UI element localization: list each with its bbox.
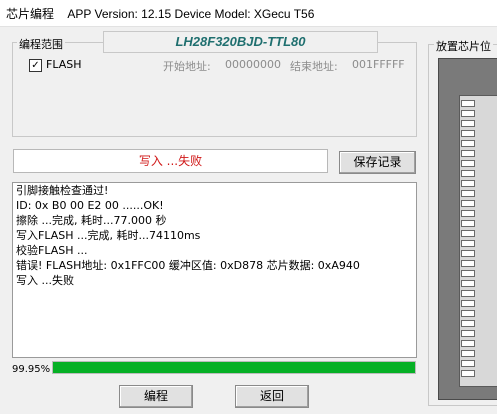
log-line: 错误! FLASH地址: 0x1FFC00 缓冲区值: 0xD878 芯片数据:… xyxy=(16,259,360,272)
log-line: 写入FLASH ...完成, 耗时...74110ms xyxy=(16,229,201,242)
chip-name-banner: LH28F320BJD-TTL80 xyxy=(103,31,378,53)
status-message: 写入 ...失败 xyxy=(13,149,328,173)
socket-pin xyxy=(461,270,475,277)
socket-pin xyxy=(461,370,475,377)
back-button[interactable]: 返回 xyxy=(235,385,309,408)
log-line: 引脚接触检查通过! xyxy=(16,184,109,197)
title-bar: 芯片编程 APP Version: 12.15 Device Model: XG… xyxy=(0,0,497,27)
socket-pin xyxy=(461,110,475,117)
end-address-value[interactable]: 001FFFFF xyxy=(352,58,405,71)
log-panel[interactable]: 引脚接触检查通过! ID: 0x B0 00 E2 00 ......OK! 擦… xyxy=(12,182,417,358)
log-line: 校验FLASH ... xyxy=(16,244,88,257)
progress-percent: 99.95% xyxy=(12,364,51,375)
end-address-label: 结束地址: xyxy=(290,60,338,73)
window-title-info: APP Version: 12.15 Device Model: XGecu T… xyxy=(67,7,315,21)
socket-pin xyxy=(461,210,475,217)
socket-pin xyxy=(461,250,475,257)
socket-pin xyxy=(461,140,475,147)
window-title-app: 芯片编程 xyxy=(6,7,55,21)
start-address-label: 开始地址: xyxy=(163,60,211,73)
socket-pins xyxy=(461,100,475,380)
chip-placement-label: 放置芯片位 xyxy=(434,38,493,54)
socket-pin xyxy=(461,180,475,187)
socket-pin xyxy=(461,360,475,367)
progress-fill xyxy=(53,362,415,373)
socket-pin xyxy=(461,240,475,247)
socket-pin xyxy=(461,340,475,347)
start-address-value[interactable]: 00000000 xyxy=(225,58,281,71)
flash-checkbox[interactable]: ✓ xyxy=(29,59,42,72)
socket-pin xyxy=(461,300,475,307)
socket-pin xyxy=(461,190,475,197)
program-range-group xyxy=(12,42,417,137)
program-range-label: 编程范围 xyxy=(17,36,65,52)
socket-pin xyxy=(461,350,475,357)
socket-pin xyxy=(461,220,475,227)
socket-pin xyxy=(461,160,475,167)
log-line: 擦除 ...完成, 耗时...77.000 秒 xyxy=(16,214,167,227)
socket-pin xyxy=(461,330,475,337)
socket-pin xyxy=(461,290,475,297)
socket-pin xyxy=(461,320,475,327)
socket-pin xyxy=(461,280,475,287)
log-line: 写入 ...失败 xyxy=(16,274,74,287)
socket-pin xyxy=(461,310,475,317)
save-log-button[interactable]: 保存记录 xyxy=(339,151,416,174)
socket-pin xyxy=(461,230,475,237)
socket-pin xyxy=(461,260,475,267)
socket-pin xyxy=(461,130,475,137)
log-line: ID: 0x B0 00 E2 00 ......OK! xyxy=(16,199,164,212)
socket-pin xyxy=(461,150,475,157)
program-button[interactable]: 编程 xyxy=(119,385,193,408)
progress-bar xyxy=(52,361,416,374)
socket-pin xyxy=(461,200,475,207)
socket-pin xyxy=(461,100,475,107)
flash-label: FLASH xyxy=(46,58,82,71)
socket-pin xyxy=(461,120,475,127)
window-title: 芯片编程 APP Version: 12.15 Device Model: XG… xyxy=(6,5,314,22)
socket-pin xyxy=(461,170,475,177)
